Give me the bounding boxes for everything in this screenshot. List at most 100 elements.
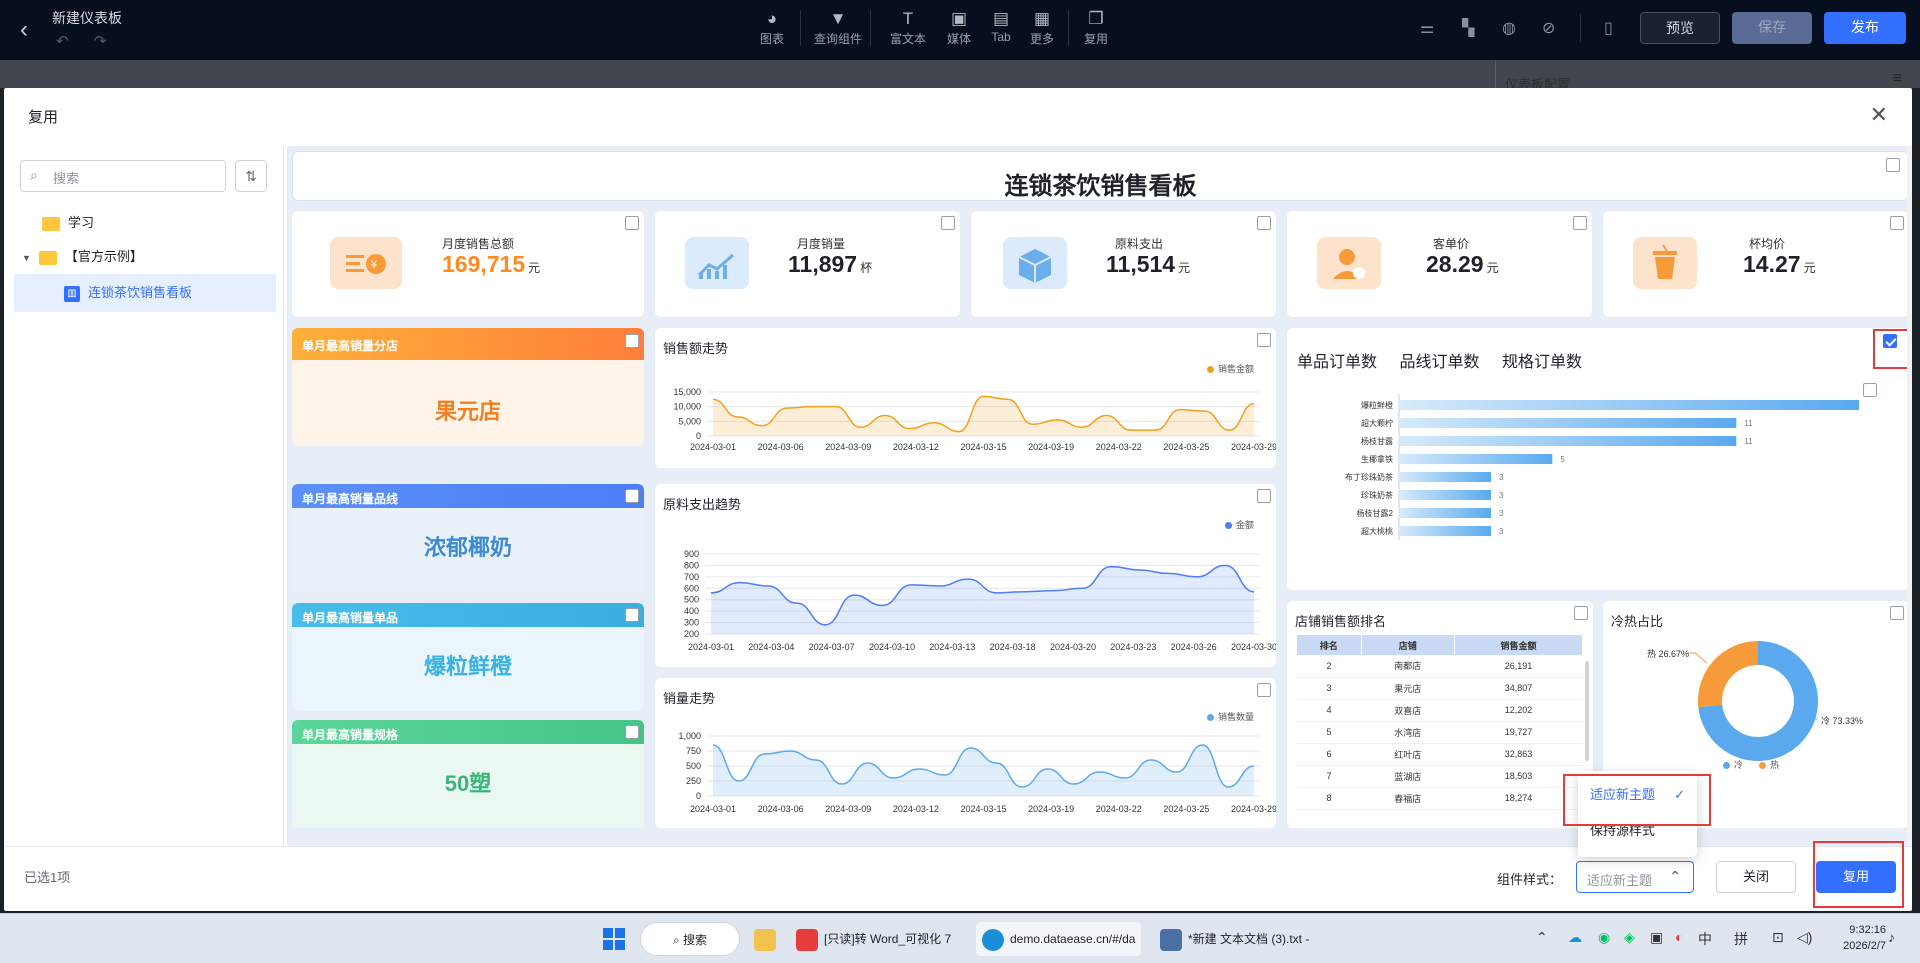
table-cell: 8 <box>1297 787 1362 810</box>
select-checkbox[interactable] <box>625 608 639 622</box>
menu-icon[interactable]: ≡ <box>1893 70 1902 88</box>
tree-item-dashboard[interactable]: ▥ 连锁茶饮销售看板 <box>14 274 276 312</box>
select-checkbox[interactable] <box>1257 683 1271 697</box>
select-checkbox[interactable] <box>1257 489 1271 503</box>
y-tick-label: 500 <box>686 761 701 771</box>
cloud-icon[interactable]: ☁ <box>1568 929 1582 946</box>
category-label: 杨枝甘露 <box>1361 436 1393 446</box>
mobile-icon[interactable]: ▯ <box>1604 18 1613 38</box>
x-tick-label: 2024-03-06 <box>758 442 804 452</box>
search-input[interactable]: ⌕ 搜索 <box>20 160 226 192</box>
tool-reuse[interactable]: ❐ 复用 <box>1072 8 1120 47</box>
close-icon[interactable]: ✕ <box>1870 102 1888 128</box>
ime-mode[interactable]: 拼 <box>1734 929 1748 949</box>
table-row: 3 果元店 34,807 <box>1297 677 1583 700</box>
close-button[interactable]: 关闭 <box>1716 861 1796 893</box>
kpi-label: 月度销量 <box>797 237 846 251</box>
select-checkbox[interactable] <box>625 725 639 739</box>
wechat-icon[interactable]: ◉ <box>1598 929 1610 946</box>
windows-start-icon[interactable] <box>602 922 626 956</box>
select-checkbox[interactable] <box>1890 606 1904 620</box>
table-cell: 红叶店 <box>1361 743 1455 766</box>
table-cell: 19,727 <box>1454 721 1583 744</box>
table-cell: 32,863 <box>1454 743 1583 766</box>
tree-item-study[interactable]: 学习 <box>4 204 284 242</box>
table-row: 5 水湾店 19,727 <box>1297 721 1583 744</box>
top-store-card: 单月最高销量分店 果元店 <box>292 328 644 446</box>
tree-item-official[interactable]: ▼ 【官方示例】 <box>4 238 284 276</box>
dashboard-main-title: 连锁茶饮销售看板 <box>1004 173 1197 200</box>
select-checkbox[interactable] <box>1573 216 1587 230</box>
style-select[interactable]: 适应新主题 ⌃ <box>1576 861 1694 893</box>
chevron-up-icon[interactable]: ⌃ <box>1536 929 1548 946</box>
taskbar-clock[interactable]: 9:32:16 2026/2/7 <box>1826 922 1886 954</box>
data-label: 11 <box>1744 419 1753 428</box>
x-tick-label: 2024-03-19 <box>1028 442 1074 452</box>
select-checkbox[interactable] <box>625 489 639 503</box>
kpi-card: ¥ 月度销售总额 169,715 元 <box>292 211 644 317</box>
bell-icon[interactable]: ♪ <box>1888 929 1895 945</box>
legend-dot <box>1759 762 1767 770</box>
kpi-card: 原料支出 11,514 元 <box>971 211 1276 317</box>
tool-more[interactable]: ▦ 更多 <box>1018 8 1066 47</box>
grid-icon: ▦ <box>1033 9 1051 28</box>
kpi-value: 169,715 元 <box>442 251 541 277</box>
card-value: 浓郁椰奶 <box>423 535 512 560</box>
wechat-work-icon[interactable]: ◈ <box>1624 929 1635 946</box>
toolbar-divider <box>1068 10 1069 46</box>
category-label: 爆粒鲜橙 <box>1361 400 1393 410</box>
cost-area-chart: 900800 700600 500400 300200 2024-03-01 2024-0… <box>684 549 1276 652</box>
select-checkbox[interactable] <box>1886 158 1900 172</box>
caret-down-icon[interactable]: ▼ <box>22 253 31 263</box>
taskbar-app-icon[interactable] <box>754 922 782 956</box>
rank-card: 店铺销售额排名 排名 店铺 销售金额 2 南都店 26,191 3 果元店 34,807 4… <box>1287 601 1593 828</box>
table-scrollbar[interactable] <box>1585 661 1589 761</box>
save-button[interactable]: 保存 <box>1732 12 1812 44</box>
display-icon[interactable]: ⊡ <box>1772 929 1784 946</box>
palette-icon[interactable]: ◍ <box>1502 18 1516 38</box>
taskbar-notepad[interactable]: *新建 文本文档 (3).txt - <box>1160 922 1309 956</box>
volume-icon[interactable]: ◁) <box>1797 929 1812 946</box>
select-checkbox[interactable] <box>941 216 955 230</box>
publish-button[interactable]: 发布 <box>1824 12 1906 44</box>
redo-icon[interactable]: ↷ <box>94 32 107 50</box>
top-line-card: 单月最高销量品线 浓郁椰奶 <box>292 484 644 592</box>
select-checkbox[interactable] <box>625 216 639 230</box>
search-icon: ⌕ <box>30 167 38 183</box>
select-checkbox[interactable] <box>1574 606 1588 620</box>
select-checkbox[interactable] <box>1890 216 1904 230</box>
undo-icon[interactable]: ↶ <box>56 32 69 50</box>
table-row: 6 红叶店 32,863 <box>1297 743 1583 766</box>
text-icon: T <box>902 9 914 28</box>
dashboard-title[interactable]: 新建仪表板 <box>52 8 122 28</box>
ime-lang[interactable]: 中 <box>1698 929 1712 949</box>
image-icon: ▣ <box>950 9 968 28</box>
taskbar-search[interactable]: ⌕ 搜索 <box>640 922 740 956</box>
tool-query[interactable]: ▼ 查询组件 <box>814 8 862 47</box>
layout-icon[interactable]: ▚ <box>1462 18 1474 38</box>
select-checkbox[interactable] <box>1863 383 1877 397</box>
tray-app-icon[interactable]: ◐ <box>1675 929 1683 945</box>
highlight-box <box>1813 841 1904 908</box>
y-tick-label: 600 <box>684 583 699 593</box>
tool-richtext[interactable]: T 富文本 <box>884 8 932 47</box>
eye-off-icon[interactable]: ⊘ <box>1542 18 1555 38</box>
wps-icon <box>796 928 818 951</box>
tool-chart[interactable]: ◕ 图表 <box>748 8 796 47</box>
back-chevron-icon[interactable]: ‹ <box>20 16 28 44</box>
table-header: 销售金额 <box>1454 635 1584 655</box>
resource-tree-panel: ⌕ 搜索 ⇅ 学习 ▼ 【官方示例】 ▥ 连锁茶饮销售看板 <box>4 146 284 846</box>
sort-button[interactable]: ⇅ <box>235 160 267 192</box>
select-checkbox[interactable] <box>625 334 639 348</box>
tool-media[interactable]: ▣ 媒体 <box>935 8 983 47</box>
taskbar-wps[interactable]: [只读]转 Word_可视化 7 <box>796 922 951 956</box>
preview-button[interactable]: 预览 <box>1640 12 1720 44</box>
screen-icon[interactable]: ▣ <box>1650 929 1663 946</box>
chart-title: 店铺销售额排名 <box>1295 614 1387 629</box>
y-tick-label: 0 <box>696 791 701 801</box>
taskbar-edge[interactable]: demo.dataease.cn/#/da <box>976 922 1142 956</box>
select-checkbox[interactable] <box>1257 216 1271 230</box>
card-value: 爆粒鲜橙 <box>423 654 512 679</box>
select-checkbox[interactable] <box>1257 333 1271 347</box>
sliders-icon[interactable]: ⚌ <box>1420 18 1434 38</box>
